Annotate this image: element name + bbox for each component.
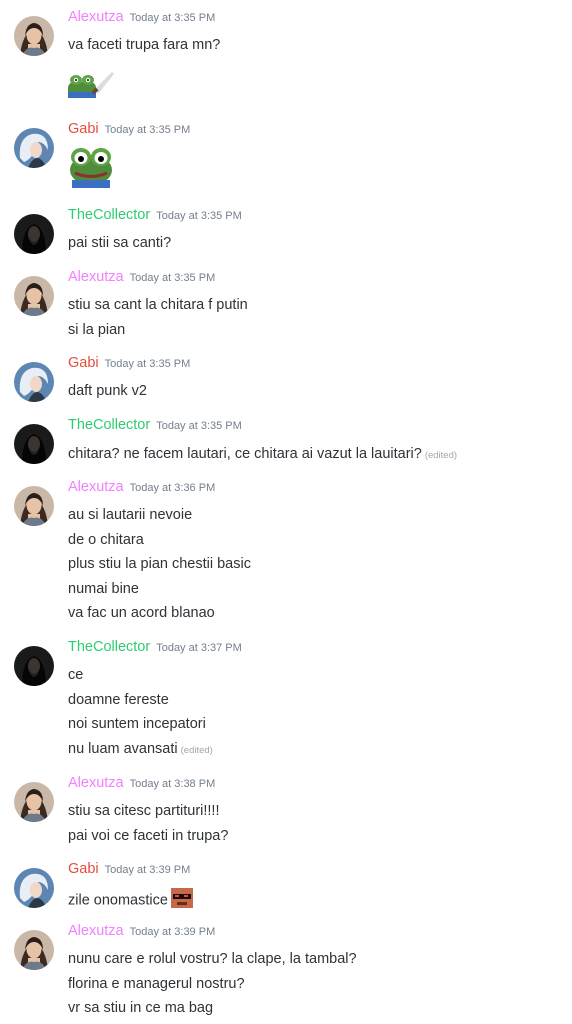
avatar[interactable] [14, 128, 54, 168]
timestamp: Today at 3:37 PM [156, 642, 242, 654]
avatar[interactable] [14, 930, 54, 970]
message-line: daft punk v2 [68, 383, 147, 399]
message-text: daft punk v2 [68, 382, 147, 400]
message-text: va faceti trupa fara mn? [68, 36, 220, 54]
message-header: TheCollector Today at 3:37 PM [68, 638, 242, 656]
message-line: noi suntem incepatori [68, 716, 206, 733]
message-text: vr sa stiu in ce ma bag [68, 999, 213, 1017]
message-line: plus stiu la pian chestii basic [68, 556, 251, 573]
message-line: zile onomastice [68, 892, 168, 909]
author-name[interactable]: Alexutza [68, 479, 124, 495]
edited-label: (edited) [424, 450, 458, 461]
author-name[interactable]: Alexutza [68, 9, 124, 25]
author-name[interactable]: TheCollector [68, 639, 150, 655]
message-text: si la pian [68, 321, 125, 339]
author-name[interactable]: Gabi [68, 861, 99, 877]
chat-messages: Alexutza Today at 3:35 PM va faceti trupa … [0, 0, 572, 1024]
message-line: pai voi ce faceti in trupa? [68, 827, 229, 844]
message-line: stiu sa citesc partituri!!!! [68, 803, 220, 819]
avatar[interactable] [14, 424, 54, 464]
message-text: doamne fereste [68, 691, 169, 709]
timestamp: Today at 3:35 PM [129, 12, 216, 24]
author-name[interactable]: Alexutza [68, 269, 124, 285]
avatar[interactable] [14, 868, 54, 908]
message-text: au si lautarii nevoie [68, 506, 192, 524]
timestamp: Today at 3:38 PM [129, 778, 216, 790]
avatar[interactable] [14, 646, 54, 686]
author-name[interactable]: Alexutza [68, 923, 124, 939]
message-line: ce [68, 667, 84, 683]
message-line: nu luam avansati [68, 740, 178, 757]
message-line: chitara? ne facem lautari, ce chitara ai… [68, 446, 422, 462]
author-name[interactable]: Gabi [68, 355, 99, 371]
message-text: nunu care e rolul vostru? la clape, la t… [68, 950, 357, 968]
deal-with-it-icon[interactable] [170, 888, 193, 913]
avatar[interactable] [14, 486, 54, 526]
message-header: Alexutza Today at 3:38 PM [68, 774, 215, 792]
message-line: si la pian [68, 321, 126, 338]
message-text: stiu sa cant la chitara f putin [68, 296, 248, 314]
timestamp: Today at 3:35 PM [156, 210, 242, 222]
message-text: noi suntem incepatori [68, 715, 206, 733]
timestamp: Today at 3:35 PM [129, 272, 216, 284]
message-text: stiu sa citesc partituri!!!! [68, 802, 220, 820]
timestamp: Today at 3:36 PM [129, 482, 216, 494]
message-line: de o chitara [68, 531, 144, 548]
avatar[interactable] [14, 362, 54, 402]
author-name[interactable]: TheCollector [68, 207, 150, 223]
edited-label: (edited) [180, 744, 213, 756]
message-line: va fac un acord blanao [68, 605, 215, 622]
avatar[interactable] [14, 16, 54, 56]
pepe-knife-icon[interactable] [68, 70, 114, 103]
pepe-frog-icon[interactable] [68, 142, 114, 193]
message-text: pai voi ce faceti in trupa? [68, 827, 228, 845]
avatar[interactable] [14, 782, 54, 822]
message-header: Alexutza Today at 3:35 PM [68, 8, 215, 26]
message-line: stiu sa cant la chitara f putin [68, 297, 248, 313]
message-header: Gabi Today at 3:39 PM [68, 860, 190, 878]
message-header: Gabi Today at 3:35 PM [68, 354, 190, 372]
timestamp: Today at 3:39 PM [104, 864, 191, 876]
message-text: de o chitara [68, 531, 144, 549]
message-header: TheCollector Today at 3:35 PM [68, 416, 242, 434]
message-text: chitara? ne facem lautari, ce chitara ai… [68, 445, 457, 465]
message-text: ce [68, 666, 83, 684]
message-text: plus stiu la pian chestii basic [68, 555, 251, 573]
author-name[interactable]: Gabi [68, 121, 99, 137]
message-text: zile onomastice [68, 888, 193, 913]
message-header: Alexutza Today at 3:35 PM [68, 268, 215, 286]
message-line: vr sa stiu in ce ma bag [68, 1000, 214, 1017]
timestamp: Today at 3:39 PM [129, 926, 216, 938]
message-text: nu luam avansati (edited) [68, 740, 213, 760]
message-header: Alexutza Today at 3:36 PM [68, 478, 215, 496]
message-text: pai stii sa canti? [68, 234, 171, 252]
message-header: Alexutza Today at 3:39 PM [68, 922, 215, 940]
message-line: doamne fereste [68, 691, 169, 708]
message-line: numai bine [68, 580, 139, 597]
message-line: florina e managerul nostru? [68, 975, 245, 992]
message-text: va fac un acord blanao [68, 604, 215, 622]
timestamp: Today at 3:35 PM [156, 420, 242, 432]
timestamp: Today at 3:35 PM [104, 358, 191, 370]
message-text: numai bine [68, 580, 139, 598]
message-line: pai stii sa canti? [68, 235, 172, 251]
avatar[interactable] [14, 276, 54, 316]
avatar[interactable] [14, 214, 54, 254]
message-line: nunu care e rolul vostru? la clape, la t… [68, 951, 357, 967]
author-name[interactable]: Alexutza [68, 775, 124, 791]
message-header: TheCollector Today at 3:35 PM [68, 206, 242, 224]
author-name[interactable]: TheCollector [68, 417, 150, 433]
timestamp: Today at 3:35 PM [104, 124, 191, 136]
message-text: florina e managerul nostru? [68, 975, 245, 993]
message-header: Gabi Today at 3:35 PM [68, 120, 190, 138]
message-line: va faceti trupa fara mn? [68, 37, 221, 53]
message-line: au si lautarii nevoie [68, 507, 193, 523]
